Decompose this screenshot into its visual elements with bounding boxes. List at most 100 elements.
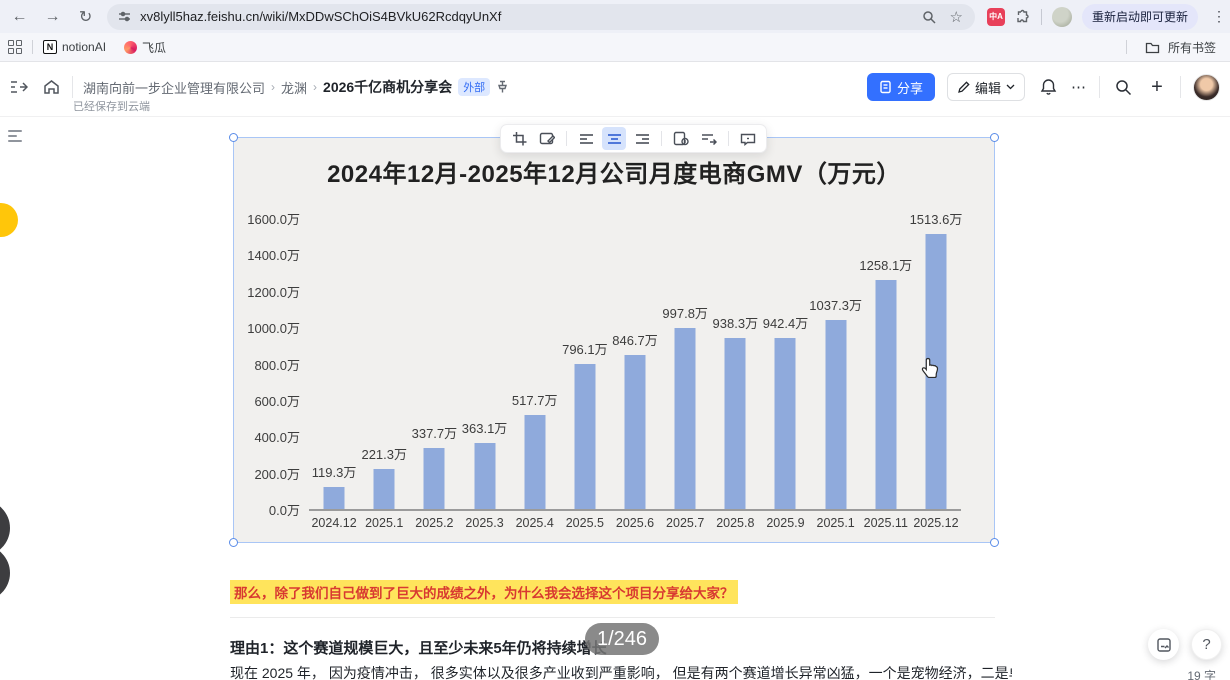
- notion-icon: N: [43, 40, 57, 54]
- browser-profile-avatar[interactable]: [1051, 6, 1072, 27]
- back-icon[interactable]: ←: [6, 4, 33, 30]
- doc-widget-button[interactable]: [1148, 629, 1179, 660]
- home-icon[interactable]: [40, 79, 62, 95]
- edit-label: 编辑: [974, 80, 1001, 96]
- zoom-icon[interactable]: [922, 10, 936, 24]
- bookmarks-divider: [32, 40, 33, 54]
- chart-title: 2024年12月-2025年12月公司月度电商GMV（万元）: [327, 161, 901, 188]
- edge-dark-bubble[interactable]: [0, 500, 10, 556]
- bookmark-star-icon[interactable]: ☆: [950, 8, 963, 26]
- edge-dark-bubble[interactable]: [0, 545, 10, 601]
- x-tick-label: 2025.4: [515, 516, 554, 530]
- outline-toc-icon[interactable]: [8, 130, 24, 145]
- wiki-tree-icon[interactable]: [8, 79, 30, 95]
- folder-icon: [1145, 41, 1160, 54]
- x-tick-label: 2025.1: [816, 516, 855, 530]
- feishu-header: 湖南向前一步企业管理有限公司 › 龙渊 › 2026千亿商机分享会 外部 已经保…: [0, 62, 1230, 117]
- bar: [574, 364, 596, 509]
- x-tick-label: 2025.3: [465, 516, 504, 530]
- y-tick-label: 1200.0万: [247, 284, 300, 300]
- chart-y-axis: 0.0万 200.0万 400.0万 600.0万 800.0万 1000.0万 1200.…: [234, 212, 300, 518]
- header-divider: [1180, 76, 1181, 98]
- toolbar-divider: [728, 131, 729, 146]
- reload-icon[interactable]: ↻: [72, 4, 99, 30]
- breadcrumb-company[interactable]: 湖南向前一步企业管理有限公司: [83, 78, 265, 97]
- align-right-icon[interactable]: [630, 127, 654, 150]
- toolbar-divider: [1040, 8, 1042, 25]
- copy-link-icon[interactable]: [669, 127, 693, 150]
- selection-handle[interactable]: [229, 538, 238, 547]
- pin-icon[interactable]: [496, 80, 509, 94]
- convert-to-icon[interactable]: [697, 127, 721, 150]
- bar: [674, 327, 696, 509]
- chart-bar-column: 938.3万: [710, 220, 760, 509]
- bar: [524, 414, 546, 509]
- bar-value-label: 363.1万: [461, 420, 508, 436]
- toolbar-divider: [661, 131, 662, 146]
- bar: [423, 447, 445, 509]
- bookmark-feigua[interactable]: 飞瓜: [124, 39, 166, 56]
- bar: [624, 355, 646, 509]
- bar: [825, 320, 847, 509]
- apps-grid-icon[interactable]: [8, 40, 22, 54]
- body-paragraph[interactable]: 现在 2025 年， 因为疫情冲击， 很多实体以及很多产业收到严重影响， 但是有…: [230, 663, 1012, 680]
- page-counter-badge: 1/246: [585, 623, 660, 655]
- edge-yellow-bubble[interactable]: [0, 203, 18, 237]
- chart-bar-column: 796.1万: [560, 220, 610, 509]
- align-center-icon[interactable]: [602, 127, 626, 150]
- annotate-icon[interactable]: [535, 127, 559, 150]
- selection-handle[interactable]: [990, 538, 999, 547]
- user-avatar[interactable]: [1193, 73, 1220, 101]
- notifications-bell-icon[interactable]: [1037, 78, 1059, 96]
- chart-bar-column: 942.4万: [760, 220, 810, 509]
- all-bookmarks-label[interactable]: 所有书签: [1168, 39, 1216, 56]
- reason-heading[interactable]: 理由1：这个赛道规模巨大，且至少未来5年仍将持续增长: [230, 637, 607, 658]
- y-tick-label: 1600.0万: [247, 212, 300, 227]
- forward-icon[interactable]: →: [39, 4, 66, 30]
- bar-value-label: 796.1万: [562, 342, 608, 358]
- extensions-icon[interactable]: [1015, 9, 1031, 25]
- bar: [323, 487, 345, 509]
- breadcrumb-space[interactable]: 龙渊: [281, 78, 307, 97]
- x-tick-label: 2025.11: [863, 516, 908, 530]
- selection-handle[interactable]: [990, 133, 999, 142]
- chart-bar-column: 119.3万: [309, 220, 359, 509]
- bar-value-label: 1037.3万: [809, 298, 863, 314]
- x-tick-label: 2025.6: [615, 516, 655, 530]
- chart-bar-column: 221.3万: [359, 220, 409, 509]
- edit-button[interactable]: 编辑: [946, 73, 1025, 101]
- bookmark-notionai[interactable]: N notionAI: [43, 40, 106, 54]
- align-left-icon[interactable]: [574, 127, 598, 150]
- y-tick-label: 400.0万: [254, 430, 300, 446]
- chevron-down-icon: [1006, 84, 1015, 90]
- translate-extension-icon[interactable]: 中A: [986, 7, 1005, 26]
- highlighted-question[interactable]: 那么，除了我们自己做到了巨大的成绩之外，为什么我会选择这个项目分享给大家？: [230, 580, 738, 604]
- bar-value-label: 119.3万: [311, 465, 357, 481]
- bar-value-label: 221.3万: [361, 446, 408, 462]
- chart-plot: 119.3万 221.3万 337.7万 363.1万 517.7万 796.1万 846.…: [309, 212, 962, 511]
- save-status: 已经保存到云端: [73, 101, 150, 113]
- search-icon[interactable]: [1112, 79, 1134, 96]
- browser-menu-icon[interactable]: ⋮: [1208, 8, 1230, 25]
- x-tick-label: 2025.9: [766, 516, 805, 530]
- chart-x-labels: 2024.12 2025.1 2025.2 2025.3 2025.4 2025.5 202…: [309, 516, 961, 530]
- create-new-icon[interactable]: +: [1146, 76, 1168, 99]
- x-tick-label: 2025.5: [565, 516, 604, 530]
- site-settings-icon[interactable]: [117, 9, 132, 24]
- comment-icon[interactable]: [736, 127, 760, 150]
- chart-bar-column: 363.1万: [459, 220, 509, 509]
- chrome-update-button[interactable]: 重新启动即可更新: [1081, 3, 1198, 30]
- help-button[interactable]: ?: [1191, 629, 1222, 660]
- url-text[interactable]: xv8lyll5haz.feishu.cn/wiki/MxDDwSChOiS4B…: [140, 9, 921, 24]
- chart-image-block[interactable]: 2024年12月-2025年12月公司月度电商GMV（万元） 0.0万 200.0…: [229, 133, 999, 547]
- bookmark-label: 飞瓜: [142, 40, 167, 55]
- bar: [474, 442, 496, 509]
- selection-handle[interactable]: [229, 133, 238, 142]
- x-tick-label: 2024.12: [311, 516, 357, 530]
- share-button[interactable]: 分享: [866, 73, 935, 101]
- page-title[interactable]: 2026千亿商机分享会: [323, 77, 452, 97]
- address-bar[interactable]: xv8lyll5haz.feishu.cn/wiki/MxDDwSChOiS4B…: [107, 3, 975, 30]
- crop-icon[interactable]: [507, 127, 531, 150]
- bar-value-label: 337.7万: [411, 425, 458, 441]
- more-actions-icon[interactable]: ⋯: [1071, 78, 1087, 96]
